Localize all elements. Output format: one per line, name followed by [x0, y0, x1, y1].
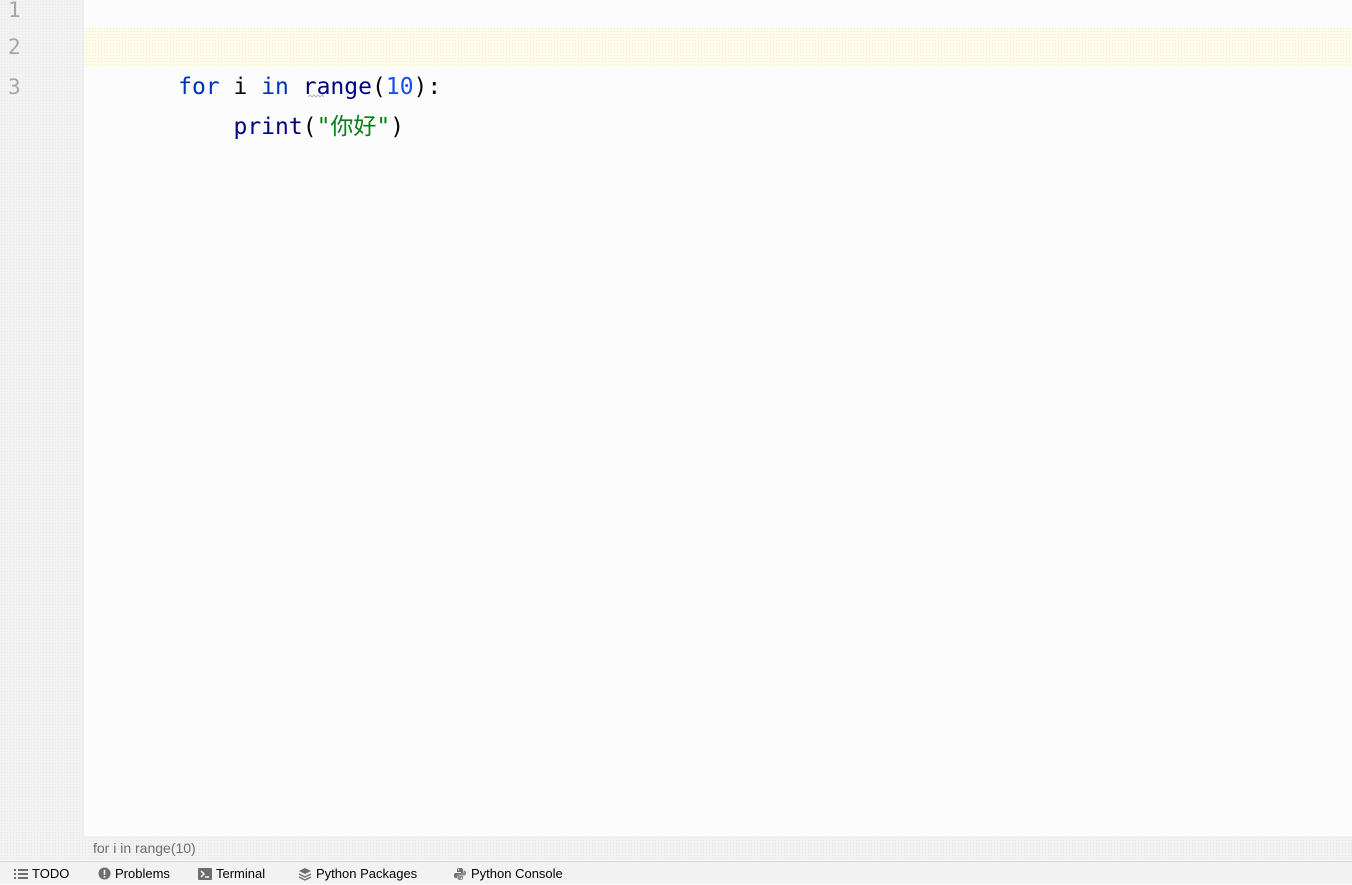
code-line-3[interactable]: print("你好")	[85, 67, 1352, 140]
breadcrumb-item[interactable]: for i in range(10)	[93, 840, 196, 856]
list-icon	[14, 868, 28, 879]
python-console-tab-label: Python Console	[471, 866, 563, 881]
todo-tab-label: TODO	[32, 866, 70, 881]
python-packages-tab[interactable]: Python Packages	[298, 862, 417, 885]
code-editor[interactable]: 1 2 3 for i in range(10): print("你好")	[0, 0, 1352, 836]
terminal-tab[interactable]: Terminal	[198, 862, 265, 885]
python-icon	[454, 867, 466, 880]
line-number-gutter: 1 2 3	[0, 0, 84, 836]
python-console-tab[interactable]: Python Console	[453, 862, 563, 885]
layers-icon	[298, 867, 312, 881]
warning-circle-icon	[98, 867, 111, 880]
breadcrumb: for i in range(10)	[0, 836, 1352, 860]
code-line-2[interactable]: for i in range(10):	[85, 27, 1352, 100]
code-token-builtin: print	[178, 114, 303, 140]
problems-tab[interactable]: Problems	[98, 862, 170, 885]
code-token-string: "你好"	[316, 114, 391, 140]
line-number: 2	[8, 35, 21, 59]
code-token: )	[390, 114, 405, 140]
line-number: 1	[8, 0, 21, 22]
terminal-tab-label: Terminal	[216, 866, 266, 881]
python-packages-tab-label: Python Packages	[316, 866, 418, 881]
line-number: 3	[8, 75, 21, 99]
code-token: (	[302, 114, 317, 140]
problems-tab-label: Problems	[115, 866, 170, 881]
todo-tab[interactable]: TODO	[14, 862, 69, 885]
terminal-icon	[198, 867, 212, 880]
inspection-warning-squiggle	[308, 94, 324, 98]
tool-window-bar: TODO Problems Terminal Python Packages P…	[0, 861, 1352, 884]
